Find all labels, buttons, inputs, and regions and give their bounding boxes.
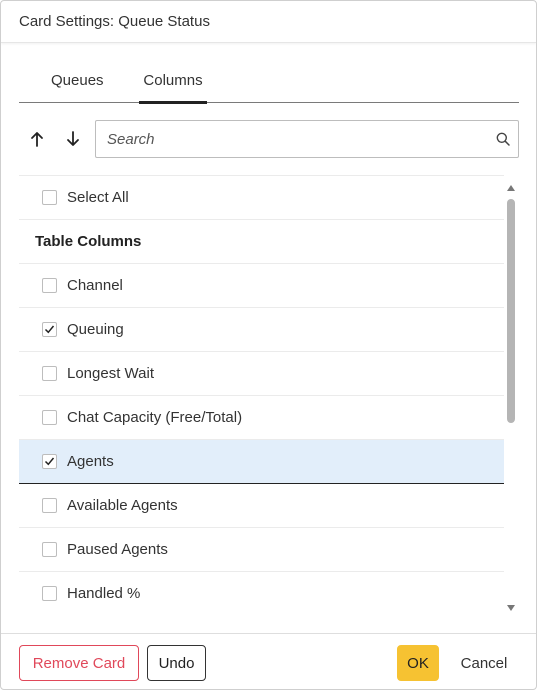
- column-label: Chat Capacity (Free/Total): [67, 409, 243, 426]
- tab-queues[interactable]: Queues: [51, 65, 109, 103]
- undo-button[interactable]: Undo: [147, 645, 206, 681]
- search-input[interactable]: [96, 121, 488, 157]
- column-checkbox[interactable]: [42, 586, 57, 601]
- tab-bar: Queues Columns: [19, 65, 519, 104]
- card-settings-dialog: Card Settings: Queue Status Queues Colum…: [0, 0, 537, 690]
- remove-card-button[interactable]: Remove Card: [19, 645, 139, 681]
- column-checkbox[interactable]: [42, 366, 57, 381]
- column-label: Longest Wait: [67, 365, 154, 382]
- column-label: Paused Agents: [67, 541, 168, 558]
- column-label: Channel: [67, 277, 123, 294]
- search-icon[interactable]: [488, 121, 518, 157]
- column-row[interactable]: Available Agents: [19, 484, 504, 528]
- cancel-button[interactable]: Cancel: [449, 645, 519, 681]
- section-heading: Table Columns: [19, 220, 504, 264]
- column-checkbox[interactable]: [42, 498, 57, 513]
- move-down-button[interactable]: [61, 127, 85, 151]
- scroll-thumb[interactable]: [507, 199, 515, 423]
- select-all-checkbox[interactable]: [42, 190, 57, 205]
- column-row[interactable]: Paused Agents: [19, 528, 504, 572]
- dialog-footer: Remove Card Undo OK Cancel: [1, 633, 536, 689]
- column-label: Handled %: [67, 585, 141, 602]
- column-row[interactable]: Queuing: [19, 308, 504, 352]
- column-checkbox[interactable]: [42, 410, 57, 425]
- column-list: Select All Table Columns Channel Queuing L…: [19, 175, 504, 615]
- arrow-down-icon: [67, 131, 79, 146]
- dialog-header: Card Settings: Queue Status: [1, 1, 536, 43]
- column-row[interactable]: Handled %: [19, 572, 504, 615]
- check-icon: [44, 325, 55, 334]
- column-label: Available Agents: [67, 497, 178, 514]
- column-row[interactable]: Chat Capacity (Free/Total): [19, 396, 504, 440]
- dialog-title: Card Settings: Queue Status: [19, 13, 210, 30]
- column-checkbox[interactable]: [42, 322, 57, 337]
- check-icon: [44, 457, 55, 466]
- scroll-down-arrow-icon[interactable]: [506, 603, 516, 613]
- select-all-row[interactable]: Select All: [19, 176, 504, 220]
- column-label: Queuing: [67, 321, 124, 338]
- section-title: Table Columns: [35, 233, 142, 250]
- ok-button[interactable]: OK: [397, 645, 439, 681]
- move-up-button[interactable]: [25, 127, 49, 151]
- column-row[interactable]: Longest Wait: [19, 352, 504, 396]
- column-checkbox[interactable]: [42, 278, 57, 293]
- search-box: [95, 120, 519, 158]
- column-checkbox[interactable]: [42, 454, 57, 469]
- column-row[interactable]: Channel: [19, 264, 504, 308]
- scroll-up-arrow-icon[interactable]: [506, 183, 516, 193]
- column-row[interactable]: Agents: [19, 440, 504, 484]
- column-label: Agents: [67, 453, 114, 470]
- select-all-label: Select All: [67, 189, 129, 206]
- arrow-up-icon: [31, 132, 43, 147]
- column-checkbox[interactable]: [42, 542, 57, 557]
- list-scrollbar[interactable]: [504, 179, 518, 615]
- tab-columns[interactable]: Columns: [139, 65, 207, 104]
